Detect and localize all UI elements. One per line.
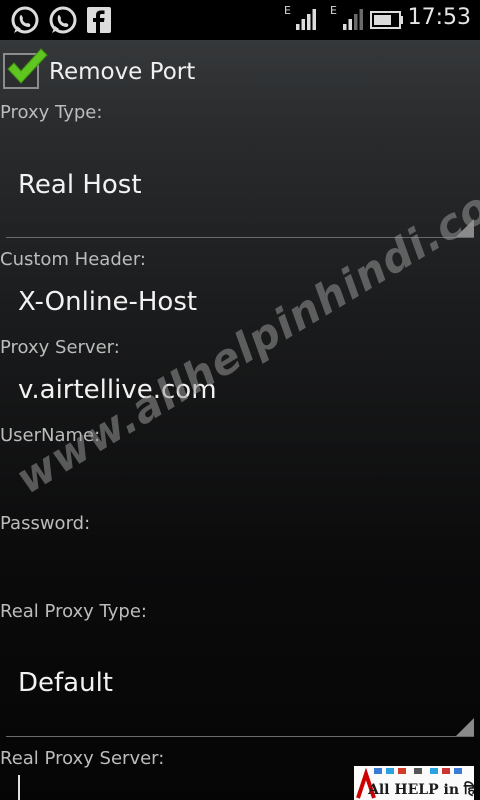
signal-icon	[295, 8, 319, 34]
proxy-type-label: Proxy Type:	[0, 102, 103, 123]
custom-header-field[interactable]: X-Online-Host	[18, 287, 197, 317]
real-proxy-type-spinner[interactable]: Default	[0, 640, 480, 740]
site-logo: All HELP in हिन्दी	[354, 766, 474, 800]
password-label: Password:	[0, 513, 91, 534]
real-proxy-type-label: Real Proxy Type:	[0, 601, 147, 622]
whatsapp-icon	[9, 6, 41, 40]
text-cursor	[18, 775, 20, 800]
proxy-server-label: Proxy Server:	[0, 337, 120, 358]
whatsapp-icon	[47, 6, 79, 40]
custom-header-label: Custom Header:	[0, 249, 146, 270]
facebook-icon	[87, 7, 111, 37]
real-proxy-server-label: Real Proxy Server:	[0, 748, 165, 769]
battery-icon	[370, 11, 404, 33]
password-field[interactable]	[0, 540, 480, 596]
network-type-label: E	[330, 4, 337, 17]
real-proxy-server-field[interactable]	[0, 772, 354, 800]
network-type-label: E	[284, 4, 291, 17]
remove-port-label: Remove Port	[49, 59, 196, 85]
proxy-type-value: Real Host	[18, 170, 142, 200]
status-bar: E E 17:53	[0, 0, 480, 40]
logo-text: All HELP in हिन्दी	[368, 782, 474, 798]
signal-icon	[342, 8, 366, 34]
spinner-arrow-icon	[456, 718, 474, 736]
status-time: 17:53	[407, 5, 471, 30]
real-proxy-type-value: Default	[18, 668, 113, 698]
screen: E E 17:53 Remove Port Proxy Type: Real H…	[0, 0, 480, 800]
check-mark-icon	[5, 47, 49, 91]
real-proxy-type-underline	[6, 736, 474, 737]
